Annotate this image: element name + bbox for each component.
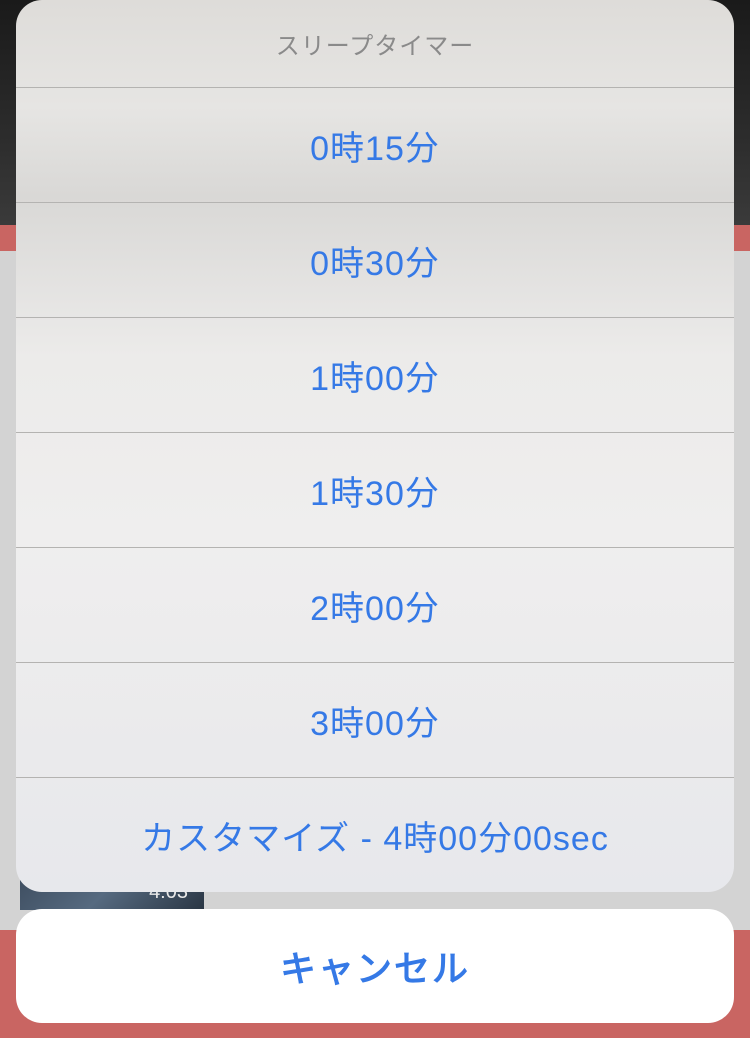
option-1h00m[interactable]: 1時00分 bbox=[16, 318, 734, 433]
option-3h00m[interactable]: 3時00分 bbox=[16, 663, 734, 778]
sleep-timer-action-sheet: スリープタイマー 0時15分 0時30分 1時00分 1時30分 2時00分 3… bbox=[16, 0, 734, 892]
cancel-button[interactable]: キャンセル bbox=[16, 909, 734, 1023]
option-custom[interactable]: カスタマイズ - 4時00分00sec bbox=[16, 778, 734, 892]
option-0h30m[interactable]: 0時30分 bbox=[16, 203, 734, 318]
option-1h30m[interactable]: 1時30分 bbox=[16, 433, 734, 548]
action-sheet-title: スリープタイマー bbox=[16, 0, 734, 88]
option-0h15m[interactable]: 0時15分 bbox=[16, 88, 734, 203]
option-2h00m[interactable]: 2時00分 bbox=[16, 548, 734, 663]
